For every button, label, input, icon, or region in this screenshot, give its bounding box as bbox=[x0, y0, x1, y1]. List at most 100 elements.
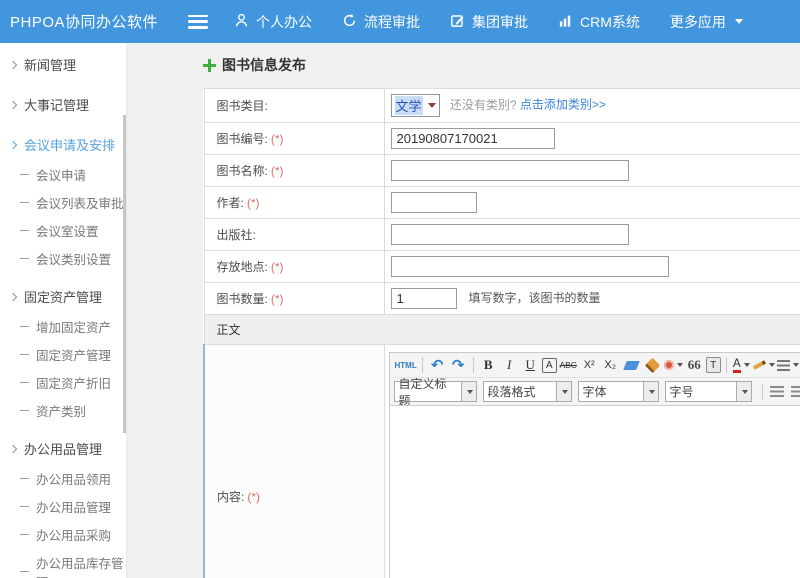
publisher-input[interactable] bbox=[391, 224, 629, 245]
align-left-button[interactable] bbox=[768, 382, 787, 402]
form-row-number: 图书编号:(*) bbox=[204, 123, 800, 155]
section-header-row: 正文 bbox=[204, 315, 800, 345]
italic-button[interactable]: I bbox=[500, 355, 519, 375]
highlight-color-button[interactable] bbox=[753, 355, 775, 375]
paragraph-format-select[interactable]: 段落格式 bbox=[483, 381, 557, 402]
sidebar-scrollbar[interactable] bbox=[123, 115, 126, 433]
chevron-right-icon bbox=[9, 100, 17, 108]
font-color-button[interactable]: A bbox=[732, 355, 751, 375]
menu-label: 流程审批 bbox=[364, 12, 420, 32]
dash-icon bbox=[20, 478, 29, 479]
sidebar-group-fixed-assets[interactable]: 固定资产管理 bbox=[0, 281, 126, 312]
sidebar-item-meeting-room[interactable]: 会议室设置 bbox=[0, 216, 126, 244]
book-number-input[interactable] bbox=[391, 128, 555, 149]
sidebar-item-asset-depreciation[interactable]: 固定资产折旧 bbox=[0, 368, 126, 396]
field-label: 图书数量: bbox=[217, 292, 268, 306]
sidebar-item-supplies-purchase[interactable]: 办公用品采购 bbox=[0, 520, 126, 548]
dash-icon bbox=[20, 571, 29, 572]
menu-crm[interactable]: CRM系统 bbox=[558, 12, 640, 32]
required-mark: (*) bbox=[271, 164, 284, 178]
form-row-content: 内容:(*) HTML ↶ ↷ B I U A A bbox=[204, 345, 800, 578]
bar-chart-icon bbox=[558, 13, 573, 31]
char-border-button[interactable]: A bbox=[542, 358, 557, 373]
select-caret-icon bbox=[428, 103, 436, 108]
menu-more-apps[interactable]: 更多应用 bbox=[670, 12, 743, 32]
sidebar-item-supplies-manage[interactable]: 办公用品管理 bbox=[0, 492, 126, 520]
font-family-select[interactable]: 字体 bbox=[578, 381, 644, 402]
font-size-select[interactable]: 字号 bbox=[665, 381, 737, 402]
superscript-button[interactable]: X² bbox=[580, 355, 599, 375]
field-label: 出版社: bbox=[217, 228, 256, 242]
sidebar-item-supplies-stock[interactable]: 办公用品库存管理 bbox=[0, 548, 126, 578]
sidebar-group-office-supplies[interactable]: 办公用品管理 bbox=[0, 433, 126, 464]
quantity-input[interactable] bbox=[391, 288, 457, 309]
strikethrough-button[interactable]: ABC bbox=[559, 355, 578, 375]
location-input[interactable] bbox=[391, 256, 669, 277]
form-row-location: 存放地点:(*) bbox=[204, 251, 800, 283]
sidebar-group-news[interactable]: 新闻管理 bbox=[0, 49, 126, 80]
align-center-button[interactable] bbox=[789, 382, 800, 402]
quantity-hint: 填写数字，该图书的数量 bbox=[469, 291, 601, 305]
dash-icon bbox=[20, 534, 29, 535]
book-name-input[interactable] bbox=[391, 160, 629, 181]
hamburger-menu-icon[interactable] bbox=[188, 15, 208, 29]
sidebar-item-meeting-apply[interactable]: 会议申请 bbox=[0, 160, 126, 188]
menu-group-approval[interactable]: 集团审批 bbox=[450, 12, 528, 32]
editor-content-area[interactable] bbox=[390, 406, 800, 578]
bold-button[interactable]: B bbox=[479, 355, 498, 375]
sidebar-item-asset-add[interactable]: 增加固定资产 bbox=[0, 312, 126, 340]
editor-toolbar-row2: 自定义标题 段落格式 字体 字号 ∞ ∞ bbox=[390, 378, 800, 406]
toolbar-separator bbox=[762, 384, 763, 400]
chevron-right-icon bbox=[9, 292, 17, 300]
subscript-button[interactable]: X₂ bbox=[601, 355, 620, 375]
menu-process-approval[interactable]: 流程审批 bbox=[342, 12, 420, 32]
plus-icon bbox=[203, 59, 216, 72]
sidebar-item-asset-category[interactable]: 资产类别 bbox=[0, 396, 126, 424]
select-caret-icon[interactable] bbox=[557, 381, 572, 402]
category-select[interactable]: 文学 bbox=[391, 94, 440, 117]
redo-button[interactable]: ↷ bbox=[449, 355, 468, 375]
person-icon bbox=[234, 13, 249, 31]
menu-label: 更多应用 bbox=[670, 12, 726, 32]
select-caret-icon[interactable] bbox=[644, 381, 659, 402]
form-row-press: 出版社: bbox=[204, 219, 800, 251]
dash-icon bbox=[20, 410, 29, 411]
author-input[interactable] bbox=[391, 192, 477, 213]
ordered-list-button[interactable] bbox=[777, 355, 799, 375]
html-source-button[interactable]: HTML bbox=[395, 355, 417, 375]
blockquote-button[interactable]: 66 bbox=[685, 355, 704, 375]
select-caret-icon[interactable] bbox=[462, 381, 477, 402]
toolbar-separator bbox=[473, 357, 474, 373]
align-left-icon bbox=[770, 386, 784, 397]
page-title: 图书信息发布 bbox=[203, 55, 800, 75]
paste-text-button[interactable]: T bbox=[706, 357, 721, 373]
add-category-link[interactable]: 点击添加类别>> bbox=[520, 98, 606, 112]
dash-icon bbox=[20, 258, 29, 259]
sidebar-item-supplies-claim[interactable]: 办公用品领用 bbox=[0, 464, 126, 492]
sidebar-item-asset-manage[interactable]: 固定资产管理 bbox=[0, 340, 126, 368]
sidebar-item-meeting-category[interactable]: 会议类别设置 bbox=[0, 244, 126, 272]
select-caret-icon[interactable] bbox=[737, 381, 752, 402]
caret-down-icon bbox=[677, 363, 683, 367]
toolbar-separator bbox=[726, 357, 727, 373]
broom-icon bbox=[644, 357, 660, 373]
menu-label: 个人办公 bbox=[256, 12, 312, 32]
book-form: 图书类目: 文学 还没有类别? 点击添加类别>> 图书编号:(*) 图书名称:(… bbox=[203, 88, 800, 578]
clear-format-button[interactable] bbox=[643, 355, 662, 375]
form-row-name: 图书名称:(*) bbox=[204, 155, 800, 187]
sidebar-group-memorabilia[interactable]: 大事记管理 bbox=[0, 89, 126, 120]
underline-button[interactable]: U bbox=[521, 355, 540, 375]
undo-button[interactable]: ↶ bbox=[428, 355, 447, 375]
required-mark: (*) bbox=[247, 490, 260, 504]
dash-icon bbox=[20, 230, 29, 231]
app-logo: PHPOA协同办公软件 bbox=[0, 11, 172, 32]
dash-icon bbox=[20, 174, 29, 175]
sidebar-item-meeting-list[interactable]: 会议列表及审批 bbox=[0, 188, 126, 216]
format-painter-button[interactable] bbox=[664, 355, 683, 375]
sidebar-group-meeting[interactable]: 会议申请及安排 bbox=[0, 129, 126, 160]
custom-heading-select[interactable]: 自定义标题 bbox=[394, 381, 462, 402]
menu-label: 集团审批 bbox=[472, 12, 528, 32]
menu-personal-office[interactable]: 个人办公 bbox=[234, 12, 312, 32]
rich-text-editor: HTML ↶ ↷ B I U A ABC X² X₂ bbox=[389, 352, 800, 578]
eraser-button[interactable] bbox=[622, 355, 641, 375]
